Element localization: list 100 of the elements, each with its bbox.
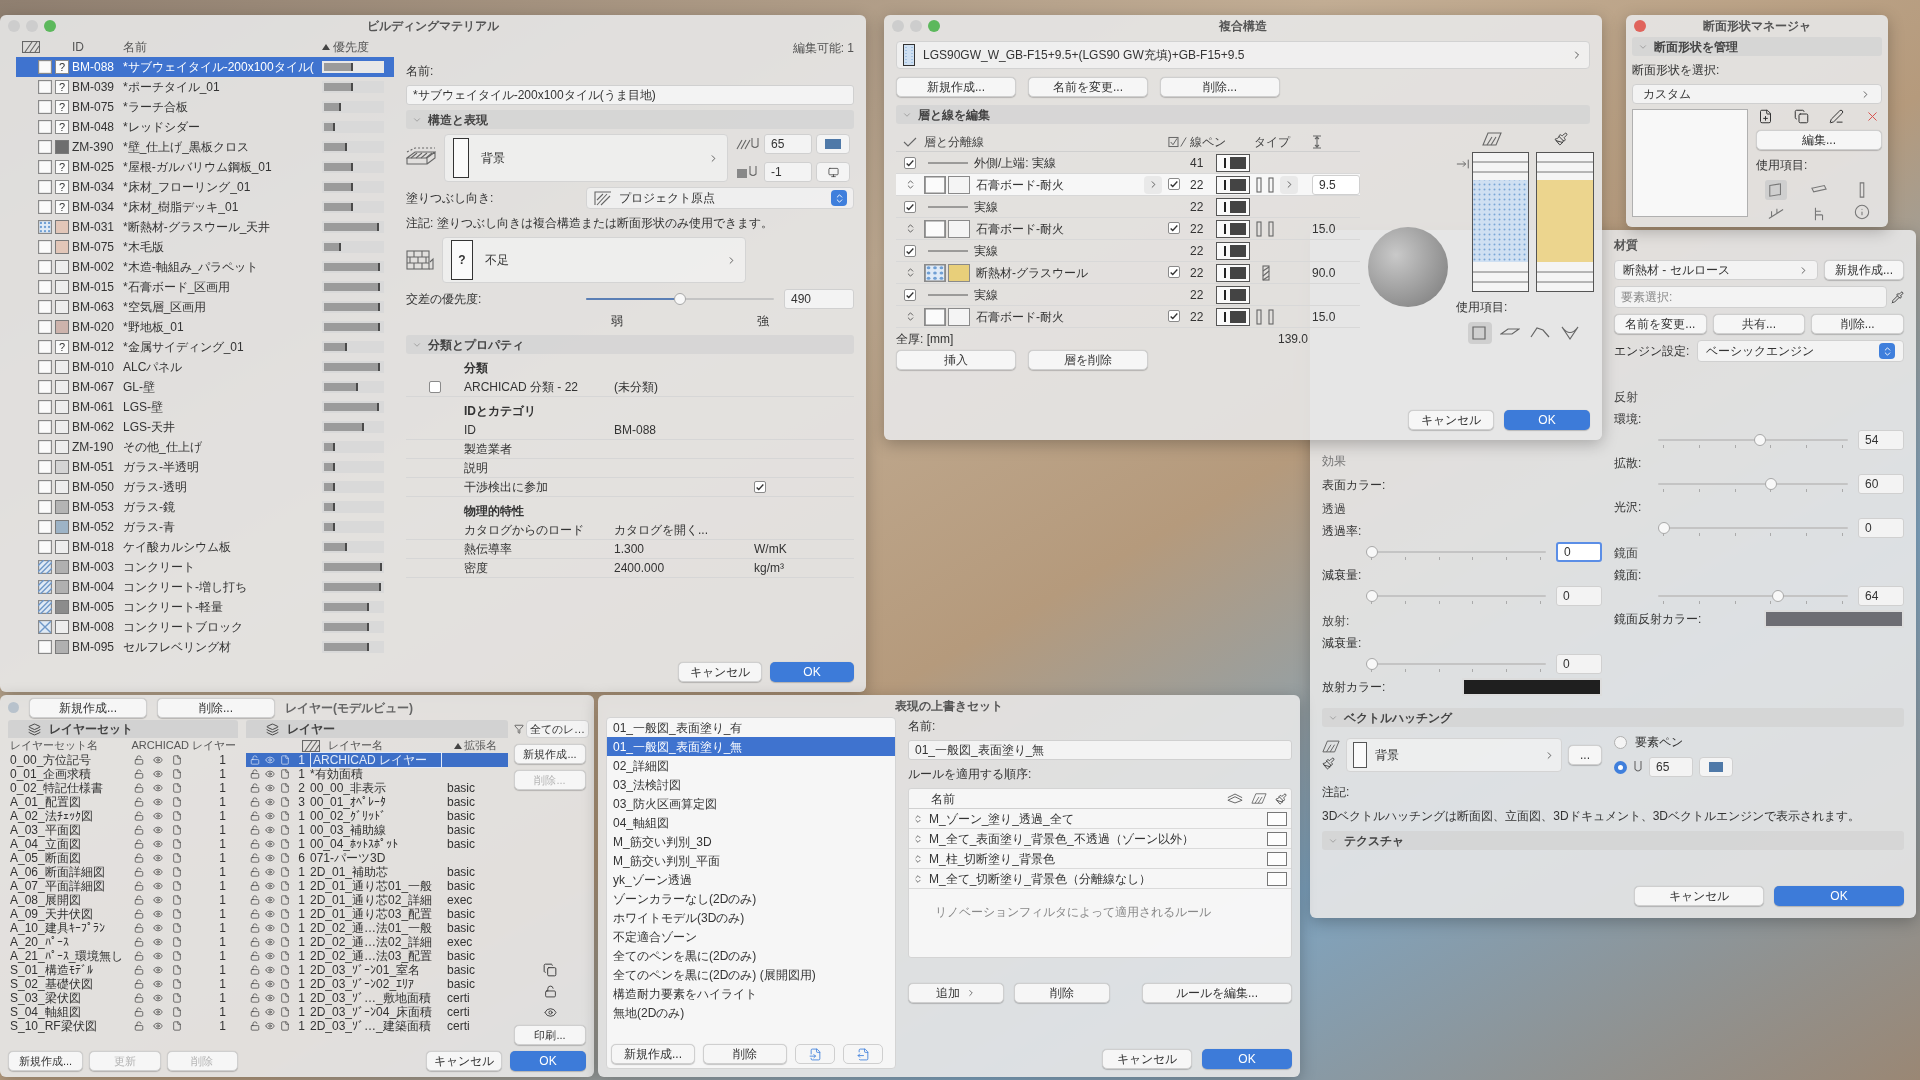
checkbox[interactable] <box>1168 265 1180 278</box>
pen-number-field[interactable]: 65 <box>1649 757 1693 777</box>
material-row[interactable]: BM-018 ケイ酸カルシウム板 <box>16 537 394 557</box>
unlocked-icon[interactable] <box>250 1021 260 1031</box>
unlocked-icon[interactable] <box>250 839 260 849</box>
unlocked-icon[interactable] <box>250 993 260 1003</box>
eye-icon[interactable] <box>153 825 163 835</box>
section-header[interactable]: ベクトルハッチング <box>1322 708 1904 727</box>
material-row[interactable]: BM-020 *野地板_01 <box>16 317 394 337</box>
unlocked-icon[interactable] <box>134 811 144 821</box>
eye-icon[interactable] <box>153 811 163 821</box>
checkbox[interactable] <box>1168 177 1180 190</box>
layer-set-name[interactable]: A_02_法ﾁｪｯｸ図 <box>10 809 134 823</box>
section-header[interactable]: テクスチャ <box>1322 831 1904 850</box>
material-row[interactable]: BM-063 *空気層_区画用 <box>16 297 394 317</box>
cancel-button[interactable]: キャンセル <box>678 662 762 682</box>
column-header[interactable]: ID <box>72 38 123 56</box>
layer-set-name[interactable]: A_21_ﾊﾟｰｽ_環境無し <box>10 949 134 963</box>
eye-icon[interactable] <box>153 755 163 765</box>
file-icon[interactable] <box>280 839 290 849</box>
value-field[interactable]: 54 <box>1858 430 1904 450</box>
eyedropper-icon[interactable] <box>1891 290 1904 304</box>
file-icon[interactable] <box>280 1021 290 1031</box>
file-icon[interactable] <box>280 895 290 905</box>
export-button[interactable] <box>843 1044 883 1064</box>
file-icon[interactable] <box>172 867 182 877</box>
layer-set-name[interactable]: S_02_基礎伏図 <box>10 977 134 991</box>
eye-icon[interactable] <box>543 1006 557 1019</box>
eye-icon[interactable] <box>265 965 275 975</box>
layer-row[interactable]: 1 2D_02_通…法03_配置 basic <box>246 949 508 963</box>
unlocked-icon[interactable] <box>250 951 260 961</box>
rename-button[interactable]: 名前を変更... <box>1614 314 1707 334</box>
layer-set-name[interactable]: S_03_梁伏図 <box>10 991 134 1005</box>
zoom-button[interactable] <box>928 20 940 32</box>
layer-set-name[interactable]: A_01_配置図 <box>10 795 134 809</box>
layer-row[interactable]: 1 00_04_ﾎｯﾄｽﾎﾟｯﾄ basic <box>246 837 508 851</box>
unlocked-icon[interactable] <box>134 937 144 947</box>
slider-thumb[interactable] <box>674 292 686 305</box>
unlocked-icon[interactable] <box>250 909 260 919</box>
new-button[interactable]: 新規作成... <box>1824 260 1904 280</box>
material-row[interactable]: ZM-390 *壁_仕上げ_黒板クロス <box>16 137 394 157</box>
eye-icon[interactable] <box>153 839 163 849</box>
unlocked-icon[interactable] <box>250 853 260 863</box>
checkbox[interactable] <box>754 481 766 493</box>
eye-icon[interactable] <box>265 1021 275 1031</box>
override-set-item[interactable]: yk_ゾーン透過 <box>607 870 895 889</box>
layer-name[interactable]: 2D_03_ｿﾞｰﾝ02_ｴﾘｱ <box>310 977 442 991</box>
unlocked-icon[interactable] <box>250 797 260 807</box>
print-button[interactable]: 印刷... <box>514 1025 586 1045</box>
unlocked-icon[interactable] <box>134 769 144 779</box>
pen-number-field[interactable]: 65 <box>764 134 812 154</box>
file-icon[interactable] <box>280 811 290 821</box>
layer-row[interactable]: 1 ARCHICAD レイヤー <box>246 753 508 767</box>
ok-button[interactable]: OK <box>1774 886 1904 906</box>
unlocked-icon[interactable] <box>250 923 260 933</box>
unlocked-icon[interactable] <box>543 985 557 998</box>
eye-icon[interactable] <box>153 951 163 961</box>
value-field[interactable]: 60 <box>1858 474 1904 494</box>
material-row[interactable]: BM-008 コンクリートブロック <box>16 617 394 637</box>
layer-name[interactable]: 00_04_ﾎｯﾄｽﾎﾟｯﾄ <box>310 837 442 851</box>
section-header[interactable]: 分類とプロパティ <box>406 335 854 354</box>
rule-name[interactable]: M_ゾーン_塗り_透過_全て <box>929 809 1261 828</box>
unlocked-icon[interactable] <box>250 755 260 765</box>
material-row[interactable]: BM-053 ガラス-鏡 <box>16 497 394 517</box>
eye-icon[interactable] <box>265 839 275 849</box>
new-button[interactable]: 新規作成... <box>8 1051 84 1071</box>
name-field[interactable]: 01_一般図_表面塗り_無 <box>908 740 1292 760</box>
unlocked-icon[interactable] <box>250 979 260 989</box>
column-header[interactable]: 拡張名 <box>454 738 497 753</box>
unlocked-icon[interactable] <box>134 797 144 807</box>
file-icon[interactable] <box>172 811 182 821</box>
layer-row[interactable]: 1 2D_03_ｿﾞｰﾝ04_床面積 certi <box>246 1005 508 1019</box>
layer-name[interactable]: 2D_01_通り芯02_詳細 <box>310 893 442 907</box>
column-header[interactable]: レイヤーセット名 <box>10 738 132 753</box>
file-icon[interactable] <box>280 769 290 779</box>
eye-icon[interactable] <box>265 895 275 905</box>
pen-line-icon[interactable] <box>1829 109 1845 124</box>
layer-name[interactable]: 2D_01_通り芯03_配置 <box>310 907 442 921</box>
override-set-item[interactable]: M_筋交い判別_平面 <box>607 851 895 870</box>
checkbox[interactable] <box>904 156 916 169</box>
slider-thumb[interactable] <box>1771 589 1784 602</box>
material-row[interactable]: ? BM-012 *金属サイディング_01 <box>16 337 394 357</box>
file-icon[interactable] <box>172 993 182 1003</box>
eye-icon[interactable] <box>265 797 275 807</box>
slider-thumb[interactable] <box>1366 589 1378 602</box>
eye-icon[interactable] <box>265 909 275 919</box>
rule-name[interactable]: M_柱_切断塗り_背景色 <box>929 849 1261 868</box>
share-button[interactable]: 共有... <box>1712 314 1806 334</box>
eye-icon[interactable] <box>153 769 163 779</box>
slider-track[interactable] <box>1366 588 1546 604</box>
slider-thumb[interactable] <box>1754 433 1767 446</box>
unlocked-icon[interactable] <box>250 1007 260 1017</box>
column-header[interactable]: レイヤー名 <box>328 738 454 753</box>
unlocked-icon[interactable] <box>250 825 260 835</box>
eye-icon[interactable] <box>153 895 163 905</box>
ok-button[interactable]: OK <box>770 662 854 682</box>
eye-icon[interactable] <box>153 993 163 1003</box>
material-row[interactable]: BM-095 セルフレベリング材 <box>16 637 394 657</box>
hatch-picker[interactable]: 背景 <box>1346 738 1562 772</box>
unlocked-icon[interactable] <box>134 1021 144 1031</box>
